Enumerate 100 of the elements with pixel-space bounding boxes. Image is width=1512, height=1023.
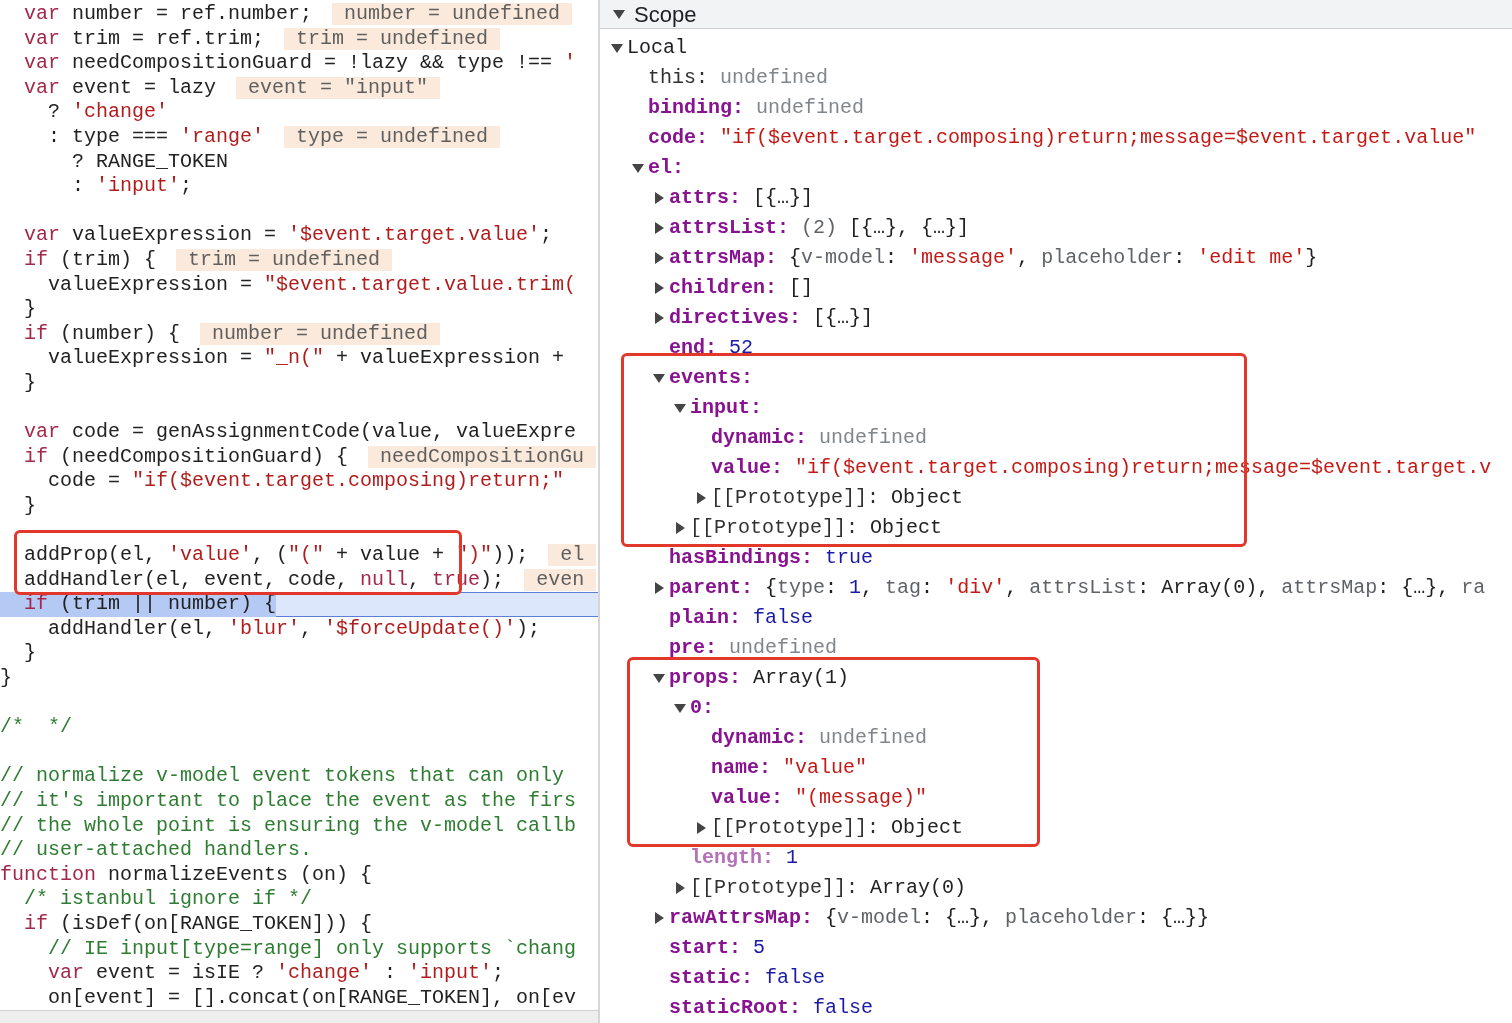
property-key: hasBindings: [669,543,814,573]
collapsed-triangle-icon[interactable] [652,251,666,265]
collapsed-triangle-icon[interactable] [652,581,666,595]
property-key: el: [648,153,684,183]
section-header[interactable]: Scope [600,0,1512,29]
inline-value: number = undefined [332,3,573,26]
code-text: /* istanbul ignore if */ [23,887,313,912]
collapsed-triangle-icon[interactable] [652,221,666,235]
property-value: undefined [756,95,865,121]
property-value: true [825,545,874,571]
collapsed-triangle-icon[interactable] [673,521,687,535]
code-text: if (isDef(on[RANGE_TOKEN])) { [23,911,373,937]
property-key: 0: [690,693,714,723]
collapsed-triangle-icon[interactable] [694,491,708,505]
property-value: (2) [{…}, {…}] [801,215,970,241]
code-text: ? 'change' [47,100,169,125]
code-text: var trim = ref.trim; [23,26,265,52]
property-value: undefined [729,635,838,661]
property-key: value: [711,453,783,483]
property-key: end: [669,333,717,363]
inline-value: type = undefined [284,126,501,149]
property-key: code: [648,123,708,153]
inline-value: even [524,568,597,591]
code-text: addHandler(el, 'blur', '$forceUpdate()'); [47,616,541,642]
property-value: "value" [783,755,868,781]
property-value: false [765,965,826,991]
code-text: : type === 'range' [47,124,265,150]
code-text: // user-attached handlers. [0,838,313,863]
inline-value: el [548,544,597,567]
property-value: Array(0) [870,875,967,901]
collapsed-triangle-icon[interactable] [673,881,687,895]
property-value: 5 [753,935,766,961]
property-key: attrsList: [669,213,790,243]
property-value: "(message)" [795,785,928,811]
property-value: {type: 1, tag: 'div', attrsList: Array(0), attrsMap: {…}, ra [765,575,1486,601]
property-value: false [813,995,874,1021]
collapsed-triangle-icon[interactable] [652,281,666,295]
property-key: children: [669,273,778,303]
property-value: {v-model: {…}, placeholder: {…}} [825,905,1210,931]
expanded-triangle-icon[interactable] [612,7,626,21]
property-key: pre: [669,633,717,663]
collapsed-triangle-icon[interactable] [694,821,708,835]
collapsed-triangle-icon[interactable] [652,911,666,925]
property-value: Object [891,485,964,511]
property-key: value: [711,783,783,813]
property-value: [{…}] [753,185,814,211]
property-key: dynamic: [711,723,807,753]
property-key: parent: [669,573,753,603]
property-value: false [753,605,814,631]
property-key: [[Prototype]]: [690,513,859,543]
code-text: // normalize v-model event tokens that can only [0,764,565,789]
code-text: var code = genAssignmentCode(value, valueExpre [23,420,577,445]
expanded-triangle-icon[interactable] [652,371,666,385]
code-text: } [0,666,12,691]
collapsed-triangle-icon[interactable] [652,191,666,205]
code-text: } [23,493,36,519]
expanded-triangle-icon[interactable] [610,41,624,55]
property-key: events: [669,363,753,393]
inline-value: number = undefined [200,323,441,345]
expanded-triangle-icon[interactable] [652,671,666,685]
code-text: var needCompositionGuard = !lazy && type !== ' [23,51,577,76]
inline-value: trim = undefined [176,249,393,272]
property-key: length: [690,843,774,873]
code-text: // the whole point is ensuring the v-model callb [0,813,577,839]
inline-value: trim = undefined [284,27,501,50]
code-text: var event = isIE ? 'change' : 'input'; [47,961,505,986]
code-text: if (needCompositionGuard) { [23,444,349,470]
property-key: plain: [669,603,741,633]
property-key: attrsMap: [669,243,778,273]
property-key: start: [669,933,741,963]
code-text: var valueExpression = '$event.target.value'; [23,223,553,248]
property-value: [] [789,275,814,301]
code-text: } [23,370,36,396]
code-text: } [23,641,36,667]
property-value: undefined [819,725,928,751]
property-key: directives: [669,303,802,333]
code-text: code = "if($event.target.composing)return;" [47,469,565,494]
property-value: Object [870,515,943,541]
code-text: valueExpression = "_n(" + valueExpression + [47,346,565,371]
property-value: Array(1) [753,665,850,691]
property-key: dynamic: [711,423,807,453]
code-text: // it's important to place the event as the firs [0,789,577,814]
expanded-triangle-icon[interactable] [673,701,687,715]
expanded-triangle-icon[interactable] [673,401,687,415]
property-key: input: [690,393,762,423]
property-key: this: [648,63,708,93]
property-key: attrs: [669,183,741,213]
code-text: function normalizeEvents (on) { [0,862,373,888]
expanded-triangle-icon[interactable] [631,161,645,175]
property-key: binding: [648,93,744,123]
code-text: /* */ [0,715,72,740]
code-text: if (number) { [23,321,181,347]
property-key: [[Prototype]]: [711,813,880,843]
code-text: valueExpression = "$event.target.value.trim( [47,272,577,298]
section-title: Scope [634,0,697,29]
property-value: [{…}] [813,305,874,331]
code-text: var number = ref.number; [23,2,313,27]
property-value: undefined [720,65,829,91]
property-key: [[Prototype]]: [690,873,859,903]
collapsed-triangle-icon[interactable] [652,311,666,325]
